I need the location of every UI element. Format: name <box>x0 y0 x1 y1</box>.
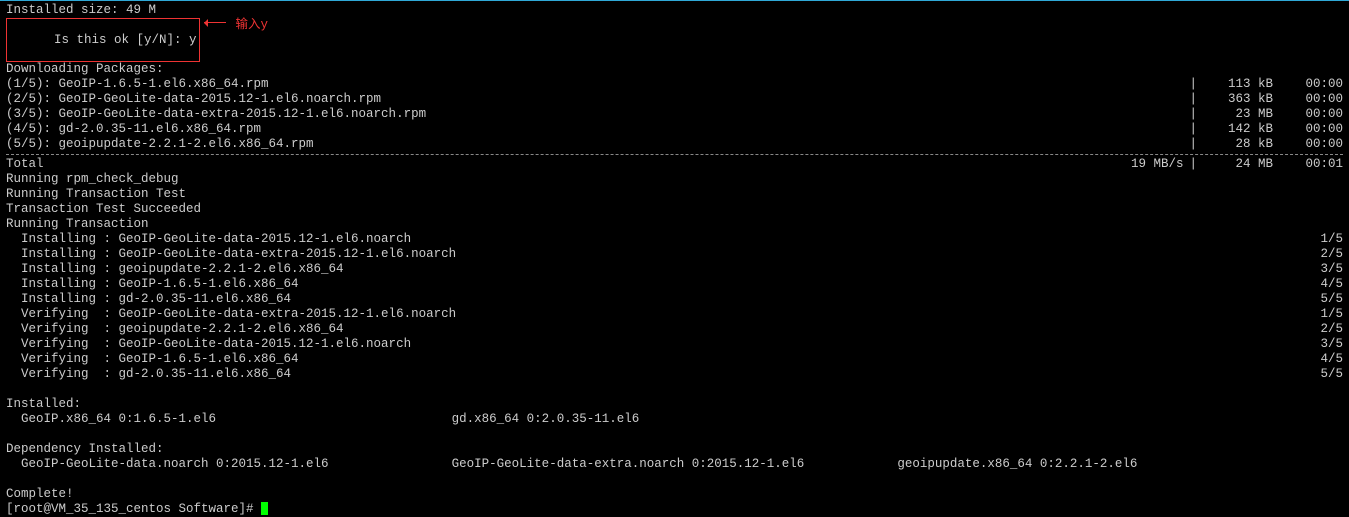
installed-col-2: gd.x86_64 0:2.0.35-11.el6 <box>452 412 898 427</box>
installed-size-line: Installed size: 49 M <box>6 3 1343 18</box>
package-download-list: (1/5): GeoIP-1.6.5-1.el6.x86_64.rpm|113 … <box>6 77 1343 152</box>
total-label: Total <box>6 157 44 172</box>
pipe-icon: | <box>1183 107 1203 122</box>
step-text: Verifying : gd-2.0.35-11.el6.x86_64 <box>6 367 291 382</box>
blank-line <box>6 427 1343 442</box>
transaction-step-row: Installing : GeoIP-1.6.5-1.el6.x86_64 4/5 <box>6 277 1343 292</box>
package-row: (1/5): GeoIP-1.6.5-1.el6.x86_64.rpm |113 … <box>6 77 1343 92</box>
transaction-step-row: Verifying : gd-2.0.35-11.el6.x86_64 5/5 <box>6 367 1343 382</box>
pipe-icon: | <box>1183 137 1203 152</box>
installed-col-3 <box>897 412 1343 427</box>
pipe-icon: | <box>1183 77 1203 92</box>
dependency-header: Dependency Installed: <box>6 442 1343 457</box>
step-counter: 4/5 <box>1303 352 1343 367</box>
dep-col-1: GeoIP-GeoLite-data.noarch 0:2015.12-1.el… <box>6 457 452 472</box>
step-counter: 3/5 <box>1303 337 1343 352</box>
step-counter: 1/5 <box>1303 307 1343 322</box>
transaction-step-row: Installing : GeoIP-GeoLite-data-2015.12-… <box>6 232 1343 247</box>
terminal-output[interactable]: Installed size: 49 M Is this ok [y/N]: y… <box>0 1 1349 517</box>
transaction-test-line: Running Transaction Test <box>6 187 1343 202</box>
cursor-icon <box>261 502 268 515</box>
pipe-icon: | <box>1183 122 1203 137</box>
step-text: Verifying : GeoIP-GeoLite-data-extra-201… <box>6 307 456 322</box>
pipe-icon: | <box>1183 92 1203 107</box>
transaction-step-row: Verifying : geoipupdate-2.2.1-2.el6.x86_… <box>6 322 1343 337</box>
dependency-packages-row: GeoIP-GeoLite-data.noarch 0:2015.12-1.el… <box>6 457 1343 472</box>
package-time: 00:00 <box>1273 137 1343 152</box>
step-counter: 3/5 <box>1303 262 1343 277</box>
annotation-text: 输入y <box>236 18 269 62</box>
annotation-arrow-icon <box>200 18 230 28</box>
dep-col-3: geoipupdate.x86_64 0:2.2.1-2.el6 <box>897 457 1343 472</box>
package-row: (3/5): GeoIP-GeoLite-data-extra-2015.12-… <box>6 107 1343 122</box>
confirm-prompt-line: Is this ok [y/N]: y 输入y <box>6 18 1343 62</box>
package-index: (2/5): GeoIP-GeoLite-data-2015.12-1.el6.… <box>6 92 381 107</box>
package-time: 00:00 <box>1273 122 1343 137</box>
transaction-step-row: Verifying : GeoIP-GeoLite-data-2015.12-1… <box>6 337 1343 352</box>
step-text: Verifying : GeoIP-GeoLite-data-2015.12-1… <box>6 337 411 352</box>
package-index: (5/5): geoipupdate-2.2.1-2.el6.x86_64.rp… <box>6 137 314 152</box>
step-text: Installing : geoipupdate-2.2.1-2.el6.x86… <box>6 262 344 277</box>
text: Installed size: 49 M <box>6 3 156 18</box>
step-counter: 2/5 <box>1303 247 1343 262</box>
shell-prompt: [root@VM_35_135_centos Software]# <box>6 502 261 517</box>
step-text: Verifying : geoipupdate-2.2.1-2.el6.x86_… <box>6 322 344 337</box>
transaction-step-row: Installing : gd-2.0.35-11.el6.x86_64 5/5 <box>6 292 1343 307</box>
total-line: Total 19 MB/s | 24 MB 00:01 <box>6 157 1343 172</box>
prompt-text: Is this ok [y/N]: y <box>54 33 197 47</box>
transaction-step-row: Installing : geoipupdate-2.2.1-2.el6.x86… <box>6 262 1343 277</box>
dep-col-2: GeoIP-GeoLite-data-extra.noarch 0:2015.1… <box>452 457 898 472</box>
transaction-step-row: Verifying : GeoIP-1.6.5-1.el6.x86_64 4/5 <box>6 352 1343 367</box>
installed-packages-row: GeoIP.x86_64 0:1.6.5-1.el6 gd.x86_64 0:2… <box>6 412 1343 427</box>
package-row: (2/5): GeoIP-GeoLite-data-2015.12-1.el6.… <box>6 92 1343 107</box>
package-size: 23 MB <box>1203 107 1273 122</box>
blank-line <box>6 382 1343 397</box>
package-size: 113 kB <box>1203 77 1273 92</box>
total-speed: 19 MB/s <box>1131 157 1184 172</box>
total-time: 00:01 <box>1273 157 1343 172</box>
separator-line <box>6 154 1343 155</box>
transaction-step-row: Installing : GeoIP-GeoLite-data-extra-20… <box>6 247 1343 262</box>
text: Downloading Packages: <box>6 62 164 77</box>
package-row: (4/5): gd-2.0.35-11.el6.x86_64.rpm |142 k… <box>6 122 1343 137</box>
package-time: 00:00 <box>1273 107 1343 122</box>
installed-header: Installed: <box>6 397 1343 412</box>
pipe-icon: | <box>1183 157 1203 172</box>
shell-prompt-line[interactable]: [root@VM_35_135_centos Software]# <box>6 502 1343 517</box>
blank-line <box>6 472 1343 487</box>
package-time: 00:00 <box>1273 77 1343 92</box>
step-text: Installing : GeoIP-GeoLite-data-2015.12-… <box>6 232 411 247</box>
transaction-test-ok-line: Transaction Test Succeeded <box>6 202 1343 217</box>
step-counter: 4/5 <box>1303 277 1343 292</box>
step-counter: 2/5 <box>1303 322 1343 337</box>
total-size: 24 MB <box>1203 157 1273 172</box>
package-size: 363 kB <box>1203 92 1273 107</box>
installed-col-1: GeoIP.x86_64 0:1.6.5-1.el6 <box>6 412 452 427</box>
step-counter: 1/5 <box>1303 232 1343 247</box>
step-text: Installing : GeoIP-GeoLite-data-extra-20… <box>6 247 456 262</box>
rpm-check-line: Running rpm_check_debug <box>6 172 1343 187</box>
package-index: (3/5): GeoIP-GeoLite-data-extra-2015.12-… <box>6 107 426 122</box>
package-index: (4/5): gd-2.0.35-11.el6.x86_64.rpm <box>6 122 261 137</box>
prompt-highlight-box: Is this ok [y/N]: y <box>6 18 200 62</box>
running-transaction-line: Running Transaction <box>6 217 1343 232</box>
package-index: (1/5): GeoIP-1.6.5-1.el6.x86_64.rpm <box>6 77 269 92</box>
step-text: Verifying : GeoIP-1.6.5-1.el6.x86_64 <box>6 352 299 367</box>
step-counter: 5/5 <box>1303 367 1343 382</box>
step-counter: 5/5 <box>1303 292 1343 307</box>
complete-line: Complete! <box>6 487 1343 502</box>
package-size: 28 kB <box>1203 137 1273 152</box>
package-size: 142 kB <box>1203 122 1273 137</box>
package-time: 00:00 <box>1273 92 1343 107</box>
transaction-step-row: Verifying : GeoIP-GeoLite-data-extra-201… <box>6 307 1343 322</box>
transaction-step-list: Installing : GeoIP-GeoLite-data-2015.12-… <box>6 232 1343 382</box>
downloading-header: Downloading Packages: <box>6 62 1343 77</box>
step-text: Installing : GeoIP-1.6.5-1.el6.x86_64 <box>6 277 299 292</box>
package-row: (5/5): geoipupdate-2.2.1-2.el6.x86_64.rp… <box>6 137 1343 152</box>
step-text: Installing : gd-2.0.35-11.el6.x86_64 <box>6 292 291 307</box>
